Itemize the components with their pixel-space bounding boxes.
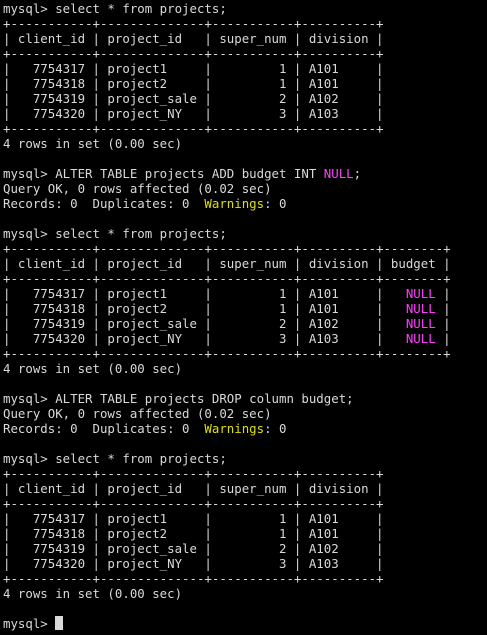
terminal-line: | 7754319 | project_sale | 2 | A102 | — [3, 541, 487, 556]
terminal-text: Query OK, 0 rows affected (0.02 sec) — [3, 406, 272, 421]
terminal-text: Records: 0 Duplicates: 0 — [3, 421, 205, 436]
terminal-text: | 7754317 | project1 | 1 | A101 | — [3, 511, 384, 526]
terminal-line: | 7754319 | project_sale | 2 | A102 | NU… — [3, 316, 487, 331]
terminal-text: +-----------+--------------+-----------+… — [3, 271, 451, 286]
terminal-line: +-----------+--------------+-----------+… — [3, 271, 487, 286]
terminal-text: +-----------+--------------+-----------+… — [3, 241, 451, 256]
terminal-line: mysql> select * from projects; — [3, 226, 487, 241]
warnings-label: Warnings — [204, 421, 265, 436]
null-keyword: NULL — [405, 301, 436, 316]
terminal-text: +-----------+--------------+-----------+… — [3, 16, 384, 31]
terminal-line: | 7754320 | project_NY | 3 | A103 | — [3, 556, 487, 571]
terminal-text: +-----------+--------------+-----------+… — [3, 496, 384, 511]
terminal-text: mysql> select * from projects; — [3, 226, 227, 241]
terminal-line: mysql> — [3, 616, 487, 631]
terminal-line: +-----------+--------------+-----------+… — [3, 241, 487, 256]
warnings-label: Warnings — [204, 196, 265, 211]
terminal-line: 4 rows in set (0.00 sec) — [3, 586, 487, 601]
terminal-text: | — [435, 286, 451, 301]
terminal-line: Records: 0 Duplicates: 0 Warnings: 0 — [3, 196, 487, 211]
terminal-line: +-----------+--------------+-----------+… — [3, 496, 487, 511]
null-keyword: NULL — [323, 166, 354, 181]
terminal-text: | — [435, 316, 451, 331]
terminal-text: | client_id | project_id | super_num | d… — [3, 256, 451, 271]
terminal-line: mysql> ALTER TABLE projects ADD budget I… — [3, 166, 487, 181]
terminal-line: 4 rows in set (0.00 sec) — [3, 361, 487, 376]
terminal-line: | client_id | project_id | super_num | d… — [3, 256, 487, 271]
null-keyword: NULL — [405, 331, 436, 346]
terminal-line: | 7754318 | project2 | 1 | A101 | — [3, 526, 487, 541]
terminal-text: | — [435, 331, 451, 346]
terminal-line: mysql> select * from projects; — [3, 1, 487, 16]
terminal-text: +-----------+--------------+-----------+… — [3, 346, 451, 361]
terminal-text: | 7754318 | project2 | 1 | A101 | — [3, 301, 406, 316]
terminal-line: Query OK, 0 rows affected (0.02 sec) — [3, 406, 487, 421]
terminal-text: | 7754319 | project_sale | 2 | A102 | — [3, 91, 384, 106]
terminal-line: mysql> ALTER TABLE projects DROP column … — [3, 391, 487, 406]
terminal-line: +-----------+--------------+-----------+… — [3, 346, 487, 361]
terminal-line: +-----------+--------------+-----------+… — [3, 16, 487, 31]
terminal-text: | 7754318 | project2 | 1 | A101 | — [3, 76, 384, 91]
terminal-text: +-----------+--------------+-----------+… — [3, 571, 384, 586]
terminal-line: +-----------+--------------+-----------+… — [3, 46, 487, 61]
terminal-text: | — [435, 301, 451, 316]
terminal-line: +-----------+--------------+-----------+… — [3, 466, 487, 481]
terminal-line: | client_id | project_id | super_num | d… — [3, 481, 487, 496]
terminal-line: Records: 0 Duplicates: 0 Warnings: 0 — [3, 421, 487, 436]
terminal-text: mysql> — [3, 616, 56, 631]
terminal-line: | 7754317 | project1 | 1 | A101 | — [3, 61, 487, 76]
terminal-text: | 7754319 | project_sale | 2 | A102 | — [3, 541, 384, 556]
terminal-window[interactable]: mysql> select * from projects; +---------… — [3, 1, 487, 635]
terminal-text: | 7754317 | project1 | 1 | A101 | — [3, 286, 406, 301]
terminal-text: mysql> ALTER TABLE projects ADD budget I… — [3, 166, 324, 181]
terminal-text: +-----------+--------------+-----------+… — [3, 121, 384, 136]
terminal-line: | 7754318 | project2 | 1 | A101 | NULL | — [3, 301, 487, 316]
terminal-text: 4 rows in set (0.00 sec) — [3, 136, 183, 151]
terminal-line: | 7754320 | project_NY | 3 | A103 | NULL… — [3, 331, 487, 346]
null-keyword: NULL — [405, 316, 436, 331]
terminal-text: | 7754318 | project2 | 1 | A101 | — [3, 526, 384, 541]
terminal-line: | 7754317 | project1 | 1 | A101 | — [3, 511, 487, 526]
terminal-text: mysql> select * from projects; — [3, 1, 227, 16]
terminal-line: | 7754320 | project_NY | 3 | A103 | — [3, 106, 487, 121]
terminal-text: | client_id | project_id | super_num | d… — [3, 481, 384, 496]
terminal-text: : 0 — [264, 196, 287, 211]
terminal-text: | 7754320 | project_NY | 3 | A103 | — [3, 106, 384, 121]
terminal-text: Query OK, 0 rows affected (0.02 sec) — [3, 181, 272, 196]
terminal-text: +-----------+--------------+-----------+… — [3, 46, 384, 61]
terminal-text: | 7754319 | project_sale | 2 | A102 | — [3, 316, 406, 331]
terminal-text: | 7754320 | project_NY | 3 | A103 | — [3, 331, 406, 346]
terminal-text: mysql> select * from projects; — [3, 451, 227, 466]
null-keyword: NULL — [405, 286, 436, 301]
terminal-line: mysql> select * from projects; — [3, 451, 487, 466]
terminal-line: +-----------+--------------+-----------+… — [3, 571, 487, 586]
terminal-line: | 7754317 | project1 | 1 | A101 | NULL | — [3, 286, 487, 301]
terminal-line: | client_id | project_id | super_num | d… — [3, 31, 487, 46]
terminal-text: +-----------+--------------+-----------+… — [3, 466, 384, 481]
terminal-text: | 7754317 | project1 | 1 | A101 | — [3, 61, 384, 76]
terminal-text: mysql> ALTER TABLE projects DROP column … — [3, 391, 354, 406]
terminal-text: | client_id | project_id | super_num | d… — [3, 31, 384, 46]
terminal-text: 4 rows in set (0.00 sec) — [3, 361, 183, 376]
terminal-line: 4 rows in set (0.00 sec) — [3, 136, 487, 151]
terminal-line: Query OK, 0 rows affected (0.02 sec) — [3, 181, 487, 196]
terminal-line: +-----------+--------------+-----------+… — [3, 121, 487, 136]
terminal-line: | 7754318 | project2 | 1 | A101 | — [3, 76, 487, 91]
terminal-text: Records: 0 Duplicates: 0 — [3, 196, 205, 211]
terminal-text: 4 rows in set (0.00 sec) — [3, 586, 183, 601]
terminal-text: : 0 — [264, 421, 287, 436]
text-cursor[interactable] — [55, 616, 64, 630]
terminal-text: | 7754320 | project_NY | 3 | A103 | — [3, 556, 384, 571]
terminal-text: ; — [353, 166, 362, 181]
terminal-line: | 7754319 | project_sale | 2 | A102 | — [3, 91, 487, 106]
